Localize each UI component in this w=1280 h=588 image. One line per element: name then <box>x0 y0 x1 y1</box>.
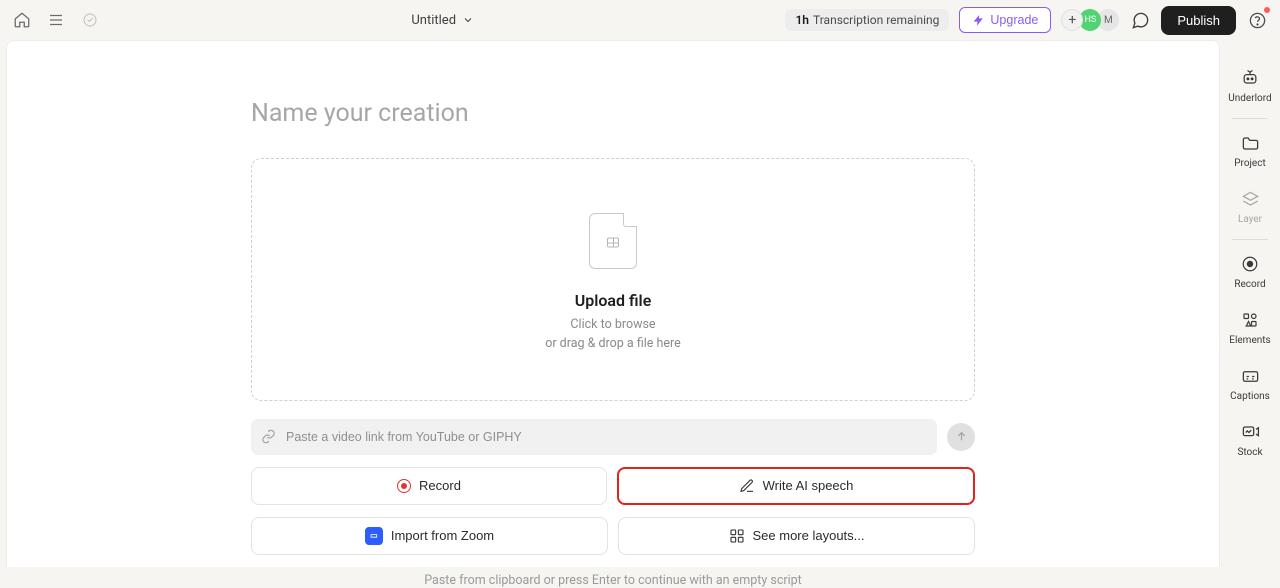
save-status-icon <box>80 10 100 30</box>
topbar-right: 1h Transcription remaining Upgrade + HS … <box>785 6 1268 35</box>
editor-inner: Name your creation Upload file Click to … <box>293 41 933 588</box>
rail-elements[interactable]: Elements <box>1220 300 1280 356</box>
record-label: Record <box>419 478 461 493</box>
title-placeholder-text: Name your creation <box>251 99 469 128</box>
chevron-down-icon <box>462 14 474 26</box>
link-submit-button[interactable] <box>947 423 975 451</box>
upgrade-label: Upgrade <box>990 13 1038 27</box>
folder-icon <box>1240 133 1260 153</box>
transcription-hours: 1h <box>795 13 809 27</box>
record-button[interactable]: Record <box>251 467 607 505</box>
import-zoom-button[interactable]: ▭ Import from Zoom <box>251 517 608 555</box>
grid-icon <box>729 528 745 544</box>
write-ai-speech-button[interactable]: Write AI speech <box>617 467 975 505</box>
file-icon <box>581 209 645 273</box>
rail-underlord[interactable]: Underlord <box>1220 58 1280 114</box>
rail-record-label: Record <box>1234 279 1265 290</box>
publish-label: Publish <box>1177 13 1220 28</box>
content: Name your creation Upload file Click to … <box>0 40 1280 567</box>
topbar-left <box>12 10 100 30</box>
layers-icon <box>1240 189 1260 209</box>
rail-underlord-label: Underlord <box>1228 93 1271 104</box>
zoom-icon: ▭ <box>365 527 383 545</box>
robot-icon <box>1240 68 1260 88</box>
see-layouts-button[interactable]: See more layouts... <box>618 517 975 555</box>
divider <box>1232 118 1268 119</box>
link-icon <box>261 429 276 444</box>
notification-dot <box>1264 7 1270 13</box>
rail-captions[interactable]: Captions <box>1220 356 1280 412</box>
action-row-1: Record Write AI speech <box>251 467 975 505</box>
upload-dropzone[interactable]: Upload file Click to browse or drag & dr… <box>251 158 975 401</box>
upgrade-button[interactable]: Upgrade <box>959 7 1051 33</box>
help-button[interactable] <box>1246 9 1268 31</box>
topbar: Untitled 1h Transcription remaining Upgr… <box>0 0 1280 40</box>
publish-button[interactable]: Publish <box>1161 6 1236 35</box>
rail-project[interactable]: Project <box>1220 123 1280 179</box>
rail-captions-label: Captions <box>1230 391 1270 402</box>
upload-line2: or drag & drop a file here <box>545 336 681 351</box>
pen-icon <box>739 478 755 494</box>
zoom-label: Import from Zoom <box>391 528 494 543</box>
home-icon[interactable] <box>12 10 32 30</box>
document-title[interactable]: Untitled <box>100 13 785 28</box>
record-icon <box>397 479 411 493</box>
link-input-wrap[interactable] <box>251 419 937 455</box>
captions-icon <box>1240 366 1260 386</box>
stock-icon <box>1240 422 1260 442</box>
menu-icon[interactable] <box>46 10 66 30</box>
record-circle-icon <box>1240 254 1260 274</box>
paste-hint: Paste from clipboard or press Enter to c… <box>251 573 975 588</box>
rail-layer-label: Layer <box>1238 214 1262 225</box>
link-input[interactable] <box>286 430 927 444</box>
rail-stock[interactable]: Stock <box>1220 412 1280 468</box>
shapes-icon <box>1240 310 1260 330</box>
avatar-add[interactable]: + <box>1061 9 1083 31</box>
rail-layer: Layer <box>1220 179 1280 235</box>
link-row <box>251 419 975 455</box>
layouts-label: See more layouts... <box>753 528 865 543</box>
rail-project-label: Project <box>1234 158 1266 169</box>
write-ai-label: Write AI speech <box>763 478 854 493</box>
avatar-group[interactable]: + HS M <box>1061 9 1119 31</box>
comments-icon[interactable] <box>1129 9 1151 31</box>
editor-area: Name your creation Upload file Click to … <box>6 40 1220 567</box>
action-row-2: ▭ Import from Zoom See more layouts... <box>251 517 975 555</box>
divider <box>1232 239 1268 240</box>
right-rail: Underlord Project Layer Record Ele <box>1220 40 1280 567</box>
title-input[interactable]: Name your creation <box>251 99 933 128</box>
transcription-label: Transcription remaining <box>813 13 939 27</box>
upload-title: Upload file <box>575 291 652 310</box>
transcription-badge[interactable]: 1h Transcription remaining <box>785 9 949 31</box>
upload-subtext: Click to browse or drag & drop a file he… <box>545 316 681 354</box>
rail-elements-label: Elements <box>1229 335 1270 346</box>
upload-line1: Click to browse <box>570 317 655 332</box>
rail-stock-label: Stock <box>1237 447 1262 458</box>
bolt-icon <box>972 14 985 27</box>
document-title-text: Untitled <box>411 13 456 28</box>
rail-record[interactable]: Record <box>1220 244 1280 300</box>
